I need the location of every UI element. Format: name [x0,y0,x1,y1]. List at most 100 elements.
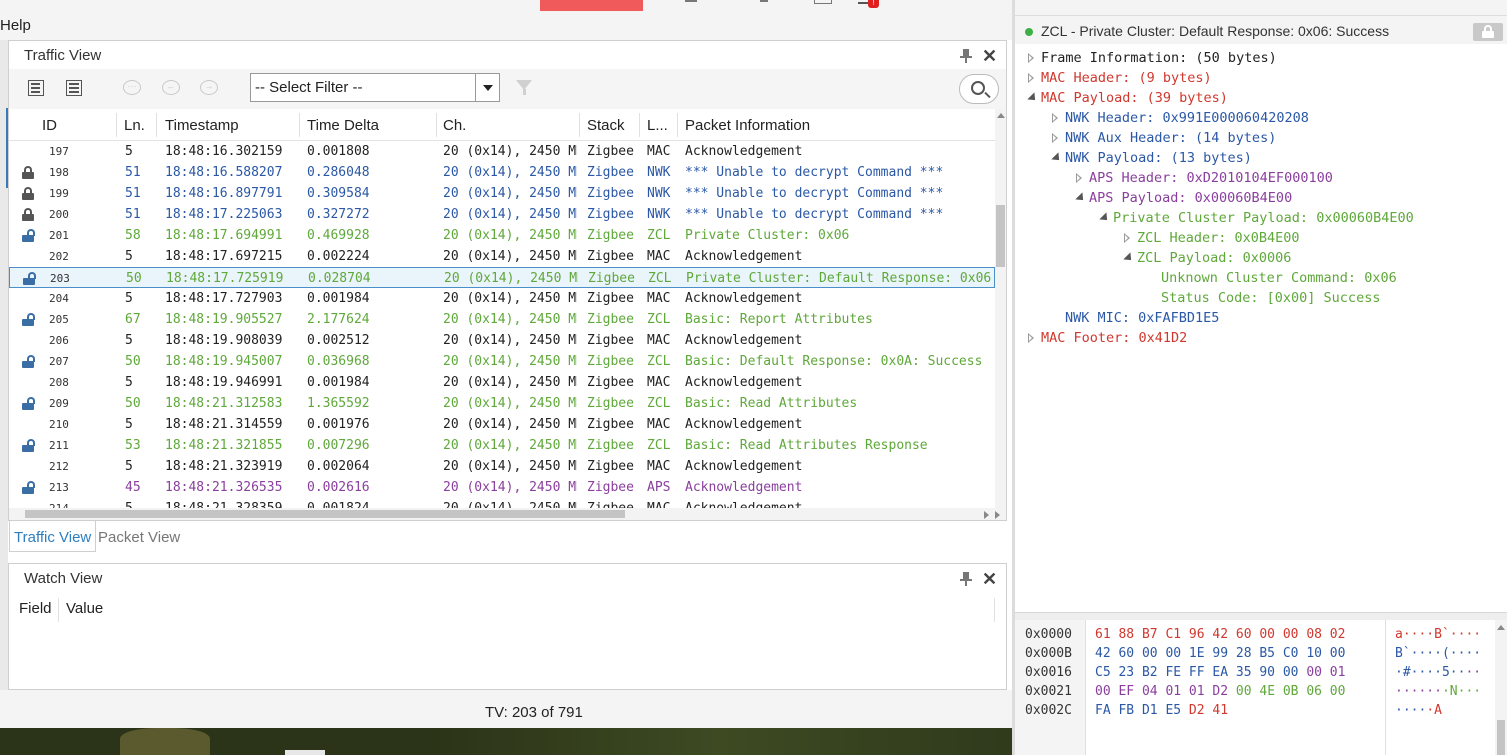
hex-ascii[interactable]: ·#····5···· [1395,665,1481,680]
lock-button[interactable] [1473,23,1503,41]
chat-icon[interactable]: ··· [122,78,142,98]
forward-icon[interactable]: → [199,78,219,98]
col-channel[interactable]: Ch. [443,117,466,134]
table-row[interactable]: 214518:48:21.3283590.00182420 (0x14), 24… [9,498,995,508]
detail-hex-splitter[interactable] [1015,612,1507,620]
toolbar-red-button[interactable] [540,0,643,11]
tree-node[interactable]: MAC Payload: (39 bytes) [1041,90,1228,106]
tree-node[interactable]: NWK Header: 0x991E000060420208 [1065,110,1309,126]
col-layer[interactable]: L... [647,117,668,134]
hex-bytes[interactable]: 42 60 00 00 1E 99 28 B5 C0 10 00 [1095,646,1345,661]
hex-bytes[interactable]: FA FB D1 E5 D2 41 [1095,703,1228,718]
reply-icon[interactable]: ← [161,78,181,98]
tree-node[interactable]: Private Cluster Payload: 0x00060B4E00 [1113,210,1414,226]
expand-closed-icon[interactable] [1052,113,1058,123]
table-row[interactable]: 212 5 18:48:21.323919 0.002064 20 (0x14), 24… [9,456,995,477]
table-row[interactable]: 207 50 18:48:19.945007 0.036968 20 (0x14), 2… [9,351,995,372]
col-value[interactable]: Value [66,600,103,617]
pin-icon[interactable] [960,49,972,63]
search-button[interactable] [959,74,999,104]
table-row[interactable]: 202 5 18:48:17.697215 0.002224 20 (0x14), 24… [9,246,995,267]
expand-open-icon[interactable] [1123,252,1135,264]
expand-closed-icon[interactable] [1028,53,1034,63]
table-row[interactable]: 211 53 18:48:21.321855 0.007296 20 (0x14), 2… [9,435,995,456]
cell-ts: 18:48:16.897791 [165,186,283,201]
table-row[interactable]: 206 5 18:48:19.908039 0.002512 20 (0x14), 24… [9,330,995,351]
table-row[interactable]: 204 5 18:48:17.727903 0.001984 20 (0x14), 24… [9,288,995,309]
hex-ascii[interactable]: ·····A [1395,703,1442,718]
hex-bytes[interactable]: 61 88 B7 C1 96 42 60 00 00 08 02 [1095,627,1345,642]
table-row[interactable]: 201 58 18:48:17.694991 0.469928 20 (0x14), 2… [9,225,995,246]
col-timestamp[interactable]: Timestamp [165,117,239,134]
close-icon[interactable]: ✕ [982,47,997,65]
tree-node[interactable]: ZCL Payload: 0x0006 [1137,250,1291,266]
tree-node[interactable]: APS Header: 0xD2010104EF000100 [1089,170,1333,186]
cart-icon[interactable]: ! [858,0,880,8]
cell-info: Acknowledgement [685,291,803,306]
collapse-all-icon[interactable] [64,78,84,98]
col-packet-info[interactable]: Packet Information [685,117,810,134]
tree-node[interactable]: Frame Information: (50 bytes) [1041,50,1277,66]
expand-closed-icon[interactable] [1124,233,1130,243]
menu-help[interactable]: Help [0,17,31,34]
table-row[interactable]: 208 5 18:48:19.946991 0.001984 20 (0x14), 24… [9,372,995,393]
table-row[interactable]: 205 67 18:48:19.905527 2.177624 20 (0x14), 2… [9,309,995,330]
tree-node[interactable]: Status Code: [0x00] Success [1161,290,1380,306]
hex-ascii-group: ······ [1395,684,1442,699]
cell-ln: 5 [125,501,155,508]
traffic-view-panel: Traffic View ✕ ··· ← → -- Select Filter … [8,40,1007,521]
table-row[interactable]: 210 5 18:48:21.314559 0.001976 20 (0x14), 24… [9,414,995,435]
expand-closed-icon[interactable] [1028,333,1034,343]
hex-bytes[interactable]: 00 EF 04 01 01 D2 00 4E 0B 06 00 [1095,684,1345,699]
tree-node[interactable]: ZCL Header: 0x0B4E00 [1137,230,1300,246]
table-row[interactable]: 197 5 18:48:16.302159 0.001808 20 (0x14), 24… [9,141,995,162]
tab-traffic-view[interactable]: Traffic View [9,521,97,552]
expand-open-icon[interactable] [1051,152,1063,164]
expand-open-icon[interactable] [1099,212,1111,224]
col-field[interactable]: Field [19,600,52,617]
close-icon[interactable]: ✕ [982,570,997,588]
filter-clear-icon[interactable] [514,78,536,98]
table-row[interactable]: 203 50 18:48:17.725919 0.028704 20 (0x14), 2… [9,267,995,288]
tree-node[interactable]: MAC Footer: 0x41D2 [1041,330,1187,346]
table-row[interactable]: 213 45 18:48:21.326535 0.002616 20 (0x14), 2… [9,477,995,498]
status-text: TV: 203 of 791 [485,704,583,721]
cell-delta: 0.002616 [307,480,370,495]
hex-bytes[interactable]: C5 23 B2 FE FF EA 35 90 00 00 01 [1095,665,1345,680]
expand-closed-icon[interactable] [1052,133,1058,143]
expand-all-icon[interactable] [26,78,46,98]
table-row[interactable]: 199 51 18:48:16.897791 0.309584 20 (0x14), 2… [9,183,995,204]
tree-node[interactable]: NWK Aux Header: (14 bytes) [1065,130,1276,146]
expand-open-icon[interactable] [1027,92,1039,104]
hex-ascii[interactable]: ·······N··· [1395,684,1481,699]
cell-ts: 18:48:19.908039 [165,333,283,348]
col-id[interactable]: ID [42,117,57,134]
expand-closed-icon[interactable] [1076,173,1082,183]
col-stack[interactable]: Stack [587,117,625,134]
toolbar-minus-icon[interactable] [685,0,697,2]
tree-node[interactable]: NWK Payload: (13 bytes) [1065,150,1252,166]
hex-scrollbar[interactable] [1495,620,1507,755]
tab-packet-view[interactable]: Packet View [98,529,180,546]
tree-node[interactable]: MAC Header: (9 bytes) [1041,70,1212,86]
packet-detail-tree: Frame Information: (50 bytes) MAC Header:… [1015,46,1507,606]
col-length[interactable]: Ln. [124,117,145,134]
table-row[interactable]: 209 50 18:48:21.312583 1.365592 20 (0x14), 2… [9,393,995,414]
hex-ascii[interactable]: a····B`···· [1395,627,1481,642]
tree-node[interactable]: Unknown Cluster Command: 0x06 [1161,270,1397,286]
tree-node[interactable]: NWK MIC: 0xFAFBD1E5 [1065,310,1219,326]
table-row[interactable]: 200 51 18:48:17.225063 0.327272 20 (0x14), 2… [9,204,995,225]
vertical-scrollbar[interactable] [995,109,1006,508]
pin-icon[interactable] [960,572,972,586]
toolbar-window-icon[interactable] [814,0,832,4]
toolbar-small-icon[interactable] [760,0,768,2]
cell-ch: 20 (0x14), 2450 MHz [443,333,577,348]
col-time-delta[interactable]: Time Delta [307,117,379,134]
horizontal-scrollbar[interactable] [9,508,1006,520]
filter-select[interactable]: -- Select Filter -- [250,73,500,102]
expand-open-icon[interactable] [1075,192,1087,204]
table-row[interactable]: 198 51 18:48:16.588207 0.286048 20 (0x14), 2… [9,162,995,183]
expand-closed-icon[interactable] [1028,73,1034,83]
tree-node[interactable]: APS Payload: 0x00060B4E00 [1089,190,1292,206]
hex-ascii[interactable]: B`····(···· [1395,646,1481,661]
